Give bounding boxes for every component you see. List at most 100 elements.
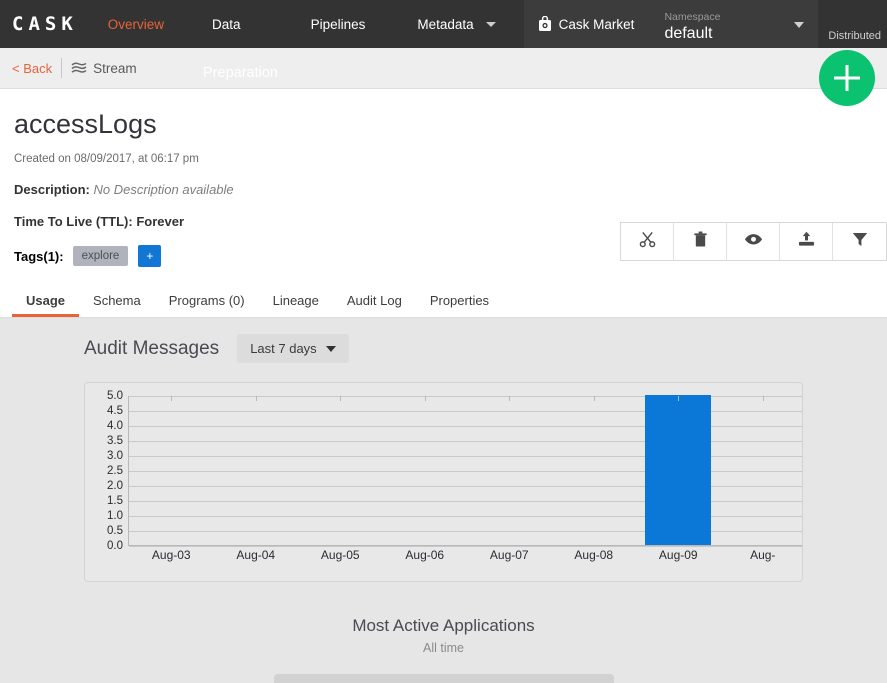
- nav-item-data-label: Data: [212, 16, 241, 32]
- y-axis-tick-label: 0.5: [107, 525, 123, 537]
- description-value: No Description available: [93, 182, 234, 197]
- cut-button[interactable]: [621, 223, 674, 260]
- entity-type-label: Stream: [93, 60, 137, 76]
- audit-messages-chart: 0.0 0.5 1.0 1.5 2.0 2.5 3.0 3.5 4.0 4.5 5.0 Aug-03 A…: [84, 382, 803, 582]
- namespace-selector[interactable]: Namespace default: [652, 0, 819, 48]
- nav-item-metadata-label: Metadata: [417, 16, 474, 32]
- nav-item-data[interactable]: Data: [212, 0, 241, 48]
- trash-icon: [693, 231, 708, 253]
- tab-properties-label: Properties: [429, 293, 490, 308]
- x-axis-tick-mark: [340, 396, 342, 401]
- tab-usage-label: Usage: [26, 293, 66, 308]
- nav-item-pipelines-label: Pipelines: [310, 16, 366, 32]
- y-axis-tick-label: 4.0: [107, 420, 123, 432]
- x-axis-tick-label: Aug-05: [320, 548, 360, 562]
- y-axis-tick-label: 4.5: [107, 405, 123, 417]
- x-axis-tick-mark: [593, 396, 595, 401]
- created-timestamp: Created on 08/09/2017, at 06:17 pm: [14, 153, 199, 165]
- add-tag-button[interactable]: +: [138, 245, 162, 267]
- chart-bar[interactable]: [645, 395, 712, 545]
- apps-subtitle: All time: [423, 641, 464, 655]
- detail-tabs: Usage Schema Programs (0) Lineage Audit …: [0, 285, 887, 318]
- tab-properties[interactable]: Properties: [416, 285, 503, 317]
- add-entity-fab[interactable]: [819, 50, 875, 106]
- x-axis-tick-label: Aug-04: [236, 548, 276, 562]
- page-title: accessLogs: [14, 109, 157, 139]
- tab-audit-log-label: Audit Log: [346, 293, 402, 308]
- y-axis-tick-label: 3.0: [107, 450, 123, 462]
- view-button[interactable]: [727, 223, 780, 260]
- upload-button[interactable]: [780, 223, 833, 260]
- x-axis-tick-label: Aug-06: [405, 548, 445, 562]
- entity-type-badge: Stream: [71, 61, 137, 76]
- chart-header: Audit Messages Last 7 days: [0, 334, 887, 363]
- most-active-applications-section: Most Active Applications All time: [0, 616, 887, 683]
- back-button[interactable]: < Back: [12, 61, 52, 76]
- top-navbar: CASK Overview Data Pipelines Metadata Ca…: [0, 0, 887, 48]
- tag-chip[interactable]: explore: [72, 246, 129, 266]
- tab-schema[interactable]: Schema: [79, 285, 155, 317]
- divider: [61, 58, 63, 78]
- nav-item-metadata[interactable]: Metadata: [417, 0, 496, 48]
- tab-programs-label: Programs (0): [168, 293, 245, 308]
- nav-item-pipelines[interactable]: Pipelines: [311, 0, 366, 48]
- nav-item-overview[interactable]: Overview: [108, 0, 164, 48]
- entity-detail-header: accessLogs Created on 08/09/2017, at 06:…: [0, 89, 887, 285]
- cask-market-label: Cask Market: [558, 16, 635, 32]
- x-axis-tick-mark: [424, 396, 426, 401]
- x-axis-tick-label: Aug-: [750, 548, 776, 562]
- y-axis-tick-label: 2.5: [107, 465, 123, 477]
- y-axis-tick-label: 3.5: [107, 435, 123, 447]
- x-axis-tick-mark: [171, 396, 173, 401]
- mode-label: Distributed: [828, 30, 881, 42]
- time-range-value: Last 7 days: [250, 341, 317, 356]
- cask-logo[interactable]: CASK: [0, 0, 92, 48]
- y-axis-tick-label: 5.0: [107, 390, 123, 402]
- x-axis-tick-mark: [678, 396, 680, 401]
- ttl-value: Forever: [136, 214, 185, 229]
- breadcrumb-bar: < Back Stream Preparation: [0, 48, 887, 89]
- tab-programs[interactable]: Programs (0): [155, 285, 259, 317]
- eye-icon: [744, 233, 763, 251]
- description-label: Description:: [14, 182, 90, 197]
- tab-audit-log[interactable]: Audit Log: [333, 285, 416, 317]
- apps-title: Most Active Applications: [352, 616, 535, 635]
- nav-item-cask-market[interactable]: Cask Market: [523, 0, 653, 48]
- x-axis-tick-label: Aug-09: [658, 548, 698, 562]
- market-bag-icon: [538, 16, 552, 32]
- chevron-down-icon: [325, 345, 336, 352]
- filter-icon: [852, 232, 868, 252]
- tab-lineage[interactable]: Lineage: [259, 285, 333, 317]
- y-axis-tick-label: 1.5: [107, 495, 123, 507]
- time-range-dropdown[interactable]: Last 7 days: [237, 334, 349, 363]
- chart-plot-area: 0.0 0.5 1.0 1.5 2.0 2.5 3.0 3.5 4.0 4.5 5.0 Aug-03 A…: [107, 390, 802, 562]
- tab-usage[interactable]: Usage: [12, 285, 80, 317]
- delete-button[interactable]: [674, 223, 727, 260]
- nav-item-overview-label: Overview: [107, 16, 165, 32]
- namespace-value: default: [664, 24, 713, 42]
- apps-chart-placeholder: [273, 674, 614, 683]
- filter-button[interactable]: [833, 223, 886, 260]
- upload-icon: [798, 231, 815, 252]
- y-axis-tick-label: 2.0: [107, 480, 123, 492]
- usage-panel: Audit Messages Last 7 days 0.0 0.5 1.0 1.5 2…: [0, 318, 887, 683]
- description-row: Description: No Description available: [14, 182, 873, 197]
- x-axis-tick-mark: [255, 396, 257, 401]
- tags-label: Tags(1):: [14, 248, 64, 264]
- x-axis-tick-mark: [762, 396, 764, 401]
- namespace-label: Namespace: [664, 10, 721, 23]
- y-axis-tick-label: 1.0: [107, 510, 123, 522]
- tab-lineage-label: Lineage: [272, 293, 319, 308]
- tab-schema-label: Schema: [93, 293, 141, 308]
- entity-action-toolbar: [620, 222, 887, 261]
- chevron-down-icon: [794, 22, 805, 28]
- preparation-label: Preparation: [203, 65, 278, 82]
- cut-icon: [639, 231, 656, 253]
- x-axis-tick-label: Aug-08: [574, 548, 614, 562]
- chart-title: Audit Messages: [84, 337, 220, 359]
- ttl-label: Time To Live (TTL):: [14, 214, 133, 229]
- x-axis-tick-label: Aug-07: [489, 548, 529, 562]
- x-axis-tick-mark: [509, 396, 511, 401]
- x-axis-tick-label: Aug-03: [151, 548, 191, 562]
- chart-gridline: [129, 546, 802, 547]
